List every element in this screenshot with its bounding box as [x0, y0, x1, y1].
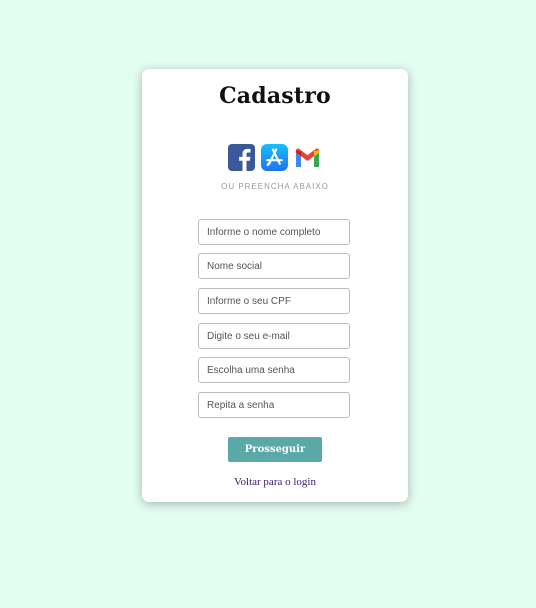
confirm-password-field[interactable] [198, 392, 350, 418]
cpf-field[interactable] [198, 288, 350, 314]
proceed-button[interactable]: Prosseguir [228, 437, 322, 462]
social-name-field[interactable] [198, 253, 350, 279]
app-store-icon[interactable] [261, 144, 288, 171]
social-login-row [228, 144, 321, 171]
full-name-field[interactable] [198, 219, 350, 245]
email-field[interactable] [198, 323, 350, 349]
signup-card: Cadastro OU PREENCHA ABAIXO Informe o no… [142, 69, 408, 502]
gmail-icon[interactable] [294, 144, 321, 171]
facebook-icon[interactable] [228, 144, 255, 171]
back-to-login-link[interactable]: Voltar para o login [142, 476, 408, 488]
password-field[interactable] [198, 357, 350, 383]
divider-text: OU PREENCHA ABAIXO [221, 182, 329, 191]
page-title: Cadastro [219, 83, 331, 109]
